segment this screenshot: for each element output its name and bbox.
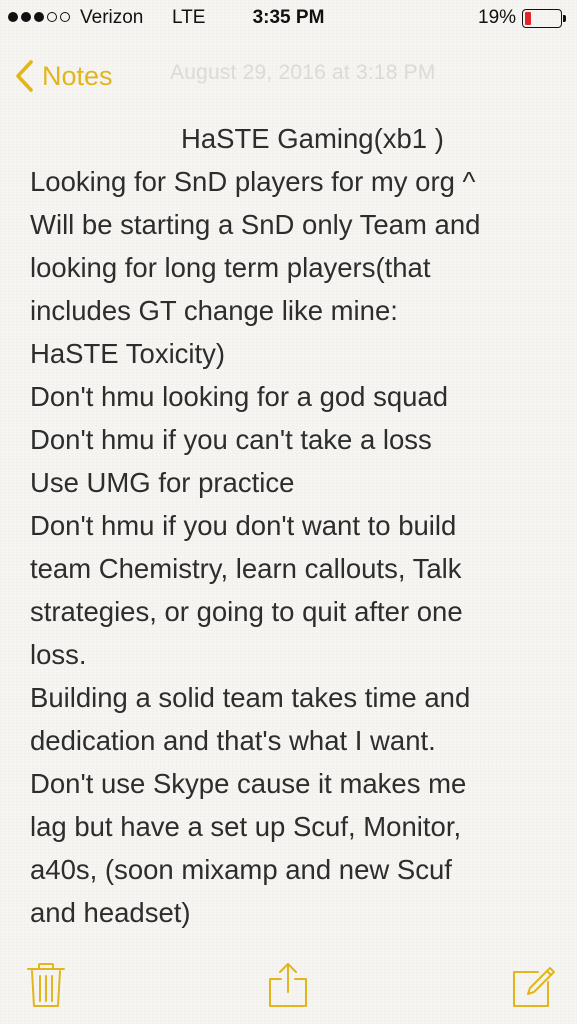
- note-line: a40s, (soon mixamp and new Scuf: [30, 854, 452, 885]
- note-body[interactable]: HaSTE Gaming(xb1 ) Looking for SnD player…: [30, 117, 570, 934]
- note-line: dedication and that's what I want.: [30, 725, 436, 756]
- share-button[interactable]: [266, 962, 310, 1008]
- note-line: looking for long term players(that: [30, 252, 431, 283]
- note-line: Don't hmu if you can't take a loss: [30, 424, 432, 455]
- note-line: Looking for SnD players for my org ^: [30, 166, 476, 197]
- delete-note-button[interactable]: [24, 962, 68, 1008]
- note-line: Don't use Skype cause it makes me: [30, 768, 467, 799]
- trash-icon: [24, 962, 68, 1008]
- back-button-label: Notes: [42, 60, 113, 91]
- note-line: lag but have a set up Scuf, Monitor,: [30, 811, 462, 842]
- note-line: includes GT change like mine:: [30, 295, 398, 326]
- note-line: Don't hmu looking for a god squad: [30, 381, 449, 412]
- status-bar: Verizon LTE 3:35 PM 19%: [0, 0, 577, 38]
- chevron-left-icon: [14, 59, 34, 93]
- note-line: loss.: [30, 639, 87, 670]
- note-line: and headset): [30, 897, 191, 928]
- note-line: HaSTE Toxicity): [30, 338, 226, 369]
- note-line: team Chemistry, learn callouts, Talk: [30, 553, 462, 584]
- compose-icon: [512, 962, 556, 1008]
- battery-terminal: [563, 15, 566, 22]
- share-icon: [266, 962, 310, 1008]
- note-line: Don't hmu if you don't want to build: [30, 510, 457, 541]
- note-line: strategies, or going to quit after one: [30, 596, 463, 627]
- back-to-notes-button[interactable]: Notes: [14, 54, 113, 98]
- note-title: HaSTE Gaming(xb1 ): [181, 123, 444, 154]
- compose-button[interactable]: [512, 962, 556, 1008]
- note-line: Use UMG for practice: [30, 467, 295, 498]
- battery-icon: [522, 9, 562, 28]
- note-line: Building a solid team takes time and: [30, 682, 471, 713]
- battery-percentage: 19%: [478, 7, 517, 28]
- battery-level-fill: [525, 12, 531, 25]
- note-line: Will be starting a SnD only Team and: [30, 209, 481, 240]
- note-date: August 29, 2016 at 3:18 PM: [170, 61, 436, 84]
